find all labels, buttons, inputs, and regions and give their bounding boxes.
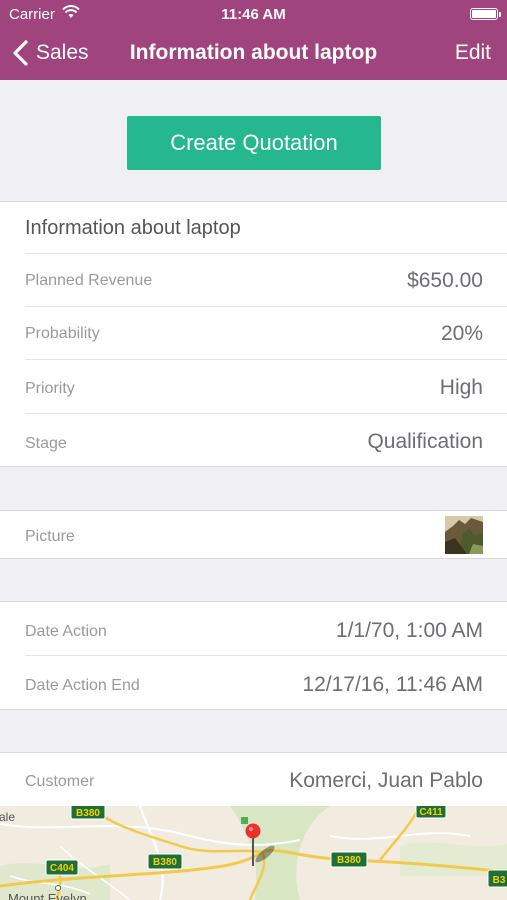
create-quotation-button[interactable]: Create Quotation xyxy=(127,116,381,170)
road-shield-b3-edge: B3 xyxy=(487,869,507,888)
map-canvas: B380 C411 C404 B380 B380 B3 ale Mount Ev… xyxy=(0,806,507,900)
status-bar: Carrier 11:46 AM xyxy=(0,0,507,28)
priority-value: High xyxy=(439,376,483,399)
date-action-label: Date Action xyxy=(25,623,107,640)
dates-group: Date Action 1/1/70, 1:00 AM Date Action … xyxy=(0,601,507,710)
details-section-header: Information about laptop xyxy=(0,202,507,254)
picture-group: Picture xyxy=(0,510,507,559)
customer-group: Customer Komerci, Juan Pablo xyxy=(0,752,507,806)
date-action-row[interactable]: Date Action 1/1/70, 1:00 AM xyxy=(0,602,507,656)
battery-icon xyxy=(470,8,501,20)
date-action-end-row[interactable]: Date Action End 12/17/16, 11:46 AM xyxy=(0,656,507,710)
place-label: Mount Evelyn xyxy=(8,891,87,900)
customer-map[interactable]: B380 C411 C404 B380 B380 B3 ale Mount Ev… xyxy=(0,806,507,900)
probability-value: 20% xyxy=(440,322,483,345)
road-label: C411 xyxy=(419,807,443,818)
picture-row[interactable]: Picture xyxy=(0,511,507,558)
road-shield-c411: C411 xyxy=(415,806,447,819)
picture-thumbnail[interactable] xyxy=(445,516,483,554)
details-group: Information about laptop Planned Revenue… xyxy=(0,201,507,467)
road-shield-b380-top: B380 xyxy=(70,806,106,820)
picture-label: Picture xyxy=(25,528,75,545)
planned-revenue-value: $650.00 xyxy=(407,269,483,292)
date-action-value: 1/1/70, 1:00 AM xyxy=(335,619,483,642)
priority-row[interactable]: Priority High xyxy=(0,360,507,414)
probability-label: Probability xyxy=(25,325,100,342)
road-label: B380 xyxy=(153,857,177,868)
road-label: C404 xyxy=(50,863,74,874)
road-label: B380 xyxy=(76,808,100,819)
road-label: B380 xyxy=(337,855,361,866)
priority-label: Priority xyxy=(25,380,75,397)
probability-row[interactable]: Probability 20% xyxy=(0,307,507,360)
customer-value: Komerci, Juan Pablo xyxy=(289,769,483,792)
place-label: ale xyxy=(0,810,15,824)
date-action-end-label: Date Action End xyxy=(25,677,140,694)
stage-row[interactable]: Stage Qualification xyxy=(0,414,507,467)
status-time: 11:46 AM xyxy=(221,6,286,23)
landscape-image xyxy=(445,516,483,554)
road-shield-b380-right: B380 xyxy=(330,851,368,868)
road-shield-b380-mid: B380 xyxy=(147,853,183,870)
page-title: Information about laptop xyxy=(129,41,378,64)
navigation-bar: Sales Information about laptop Edit xyxy=(0,28,507,80)
road-label: B3 xyxy=(493,875,506,886)
details-section-title: Information about laptop xyxy=(25,217,241,239)
planned-revenue-row[interactable]: Planned Revenue $650.00 xyxy=(0,254,507,307)
edit-button[interactable]: Edit xyxy=(455,41,491,65)
stage-label: Stage xyxy=(25,435,67,452)
planned-revenue-label: Planned Revenue xyxy=(25,272,153,289)
customer-label: Customer xyxy=(25,773,95,790)
road-shield-c404: C404 xyxy=(45,859,79,876)
date-action-end-value: 12/17/16, 11:46 AM xyxy=(302,673,483,696)
stage-value: Qualification xyxy=(367,430,483,453)
action-area: Create Quotation xyxy=(0,80,507,201)
customer-row[interactable]: Customer Komerci, Juan Pablo xyxy=(0,753,507,806)
